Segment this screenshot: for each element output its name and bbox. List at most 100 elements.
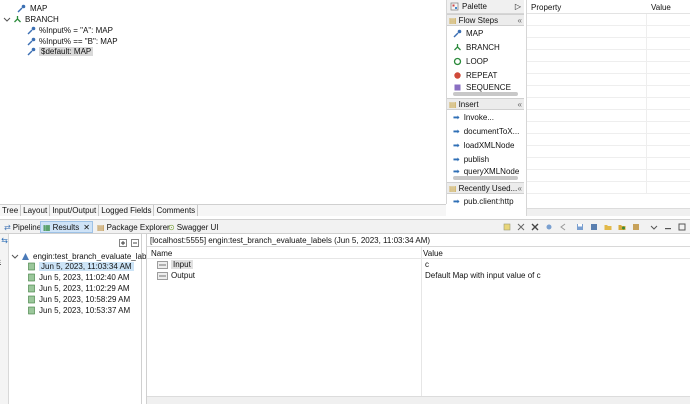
document-variable-icon: [157, 271, 168, 280]
collapse-icon[interactable]: «: [518, 184, 522, 193]
name-column-header[interactable]: Name: [147, 247, 419, 258]
tree-item-branch-a[interactable]: %Input% = "A": MAP: [27, 25, 113, 36]
palette-item-loop[interactable]: LOOP: [447, 54, 524, 68]
result-file-icon: [27, 295, 36, 304]
palette-item-label: MAP: [466, 28, 484, 38]
invoke-arrow-icon: ➡: [453, 140, 460, 150]
horizontal-scrollbar[interactable]: [147, 396, 690, 404]
new-result-icon[interactable]: [503, 223, 511, 231]
flow-editor-tree: MAP BRANCH %Input% = "A": MAP %Input% ==…: [0, 0, 446, 204]
palette-item-repeat[interactable]: REPEAT: [447, 68, 524, 82]
result-run-item[interactable]: Jun 5, 2023, 10:53:37 AM: [27, 305, 130, 316]
palette-item-pub-client-http[interactable]: ➡ pub.client:http: [447, 194, 524, 208]
tab-layout[interactable]: Layout: [21, 205, 51, 216]
save-icon[interactable]: [576, 223, 584, 231]
collapse-icon[interactable]: «: [518, 16, 522, 25]
map-icon: [27, 26, 36, 35]
minimize-icon[interactable]: [664, 223, 672, 231]
view-menu-icon[interactable]: [650, 223, 658, 231]
results-icon: ▦: [43, 222, 51, 232]
tree-item-default[interactable]: $default: MAP: [27, 46, 94, 57]
result-run-item[interactable]: Jun 5, 2023, 11:03:34 AM: [27, 261, 134, 272]
export-icon[interactable]: [632, 223, 640, 231]
run-timestamp: Jun 5, 2023, 11:02:40 AM: [39, 273, 130, 282]
remove-all-icon[interactable]: [531, 223, 539, 231]
tree-item-map[interactable]: MAP: [17, 3, 47, 14]
remove-result-icon[interactable]: [517, 223, 525, 231]
flow-service-icon: [21, 252, 30, 261]
tab-pipeline[interactable]: ⇄ Pipeline: [2, 221, 43, 233]
tab-package-explorer[interactable]: ▤ Package Explorer: [95, 221, 172, 233]
open-folder-icon[interactable]: [604, 223, 612, 231]
maximize-icon[interactable]: [678, 223, 686, 231]
chevron-down-icon[interactable]: [11, 253, 19, 261]
property-column-header[interactable]: Property: [527, 0, 647, 13]
palette-header: Palette ▷: [447, 0, 524, 14]
value-column-header[interactable]: Value: [647, 0, 675, 13]
tab-tree[interactable]: Tree: [0, 205, 22, 216]
palette-item-invoke[interactable]: ➡ Invoke...: [447, 110, 524, 124]
palette-item-documenttox[interactable]: ➡ documentToX...: [447, 124, 524, 138]
run-timestamp: Jun 5, 2023, 11:03:34 AM: [39, 262, 134, 271]
collapse-all-icon[interactable]: [131, 239, 139, 247]
branch-icon: [13, 15, 22, 24]
result-run-item[interactable]: Jun 5, 2023, 10:58:29 AM: [27, 294, 130, 305]
document-variable-icon: [157, 260, 168, 269]
tab-swagger-ui[interactable]: ⊙ Swagger UI: [166, 221, 221, 233]
invoke-arrow-icon: ➡: [453, 126, 460, 136]
service-name: engin:test_branch_evaluate_labels: [33, 252, 157, 261]
tree-item-label: BRANCH: [25, 15, 59, 24]
results-history-tree: engin:test_branch_evaluate_labels Jun 5,…: [9, 234, 157, 404]
tab-input-output[interactable]: Input/Output: [50, 205, 100, 216]
palette-scrollbar[interactable]: [453, 92, 518, 96]
result-run-item[interactable]: Jun 5, 2023, 11:02:40 AM: [27, 272, 130, 283]
palette-section-flow-steps[interactable]: ▤ Flow Steps «: [447, 14, 524, 26]
close-icon[interactable]: ✕: [83, 223, 90, 232]
palette-item-publish[interactable]: ➡ publish: [447, 152, 524, 166]
table-row[interactable]: Input c: [147, 259, 690, 270]
double-arrow-icon[interactable]: ⇆: [0, 236, 9, 245]
property-row: [527, 134, 690, 146]
properties-scrollbar[interactable]: [527, 208, 690, 216]
invoke-arrow-icon: ➡: [453, 166, 460, 176]
palette-scrollbar[interactable]: [453, 176, 518, 180]
value-column-header[interactable]: Value: [419, 247, 447, 258]
result-run-item[interactable]: Jun 5, 2023, 11:02:29 AM: [27, 283, 130, 294]
back-icon[interactable]: [559, 223, 567, 231]
palette-section-recent[interactable]: ▤ Recently Used... «: [447, 182, 524, 194]
property-row: [527, 170, 690, 182]
collapse-right-icon[interactable]: ▷: [515, 2, 521, 11]
property-row: [527, 62, 690, 74]
variable-value: Default Map with input value of c: [425, 271, 541, 280]
invoke-arrow-icon: ➡: [453, 196, 460, 206]
property-row: [527, 122, 690, 134]
chevron-down-icon[interactable]: [3, 16, 11, 24]
palette-item-loadxmlnode[interactable]: ➡ loadXMLNode: [447, 138, 524, 152]
tab-results[interactable]: ▦ Results ✕: [40, 221, 93, 233]
table-row[interactable]: Output Default Map with input value of c: [147, 270, 690, 281]
result-file-icon: [27, 273, 36, 282]
palette-item-sequence[interactable]: SEQUENCE: [447, 82, 524, 92]
property-row: [527, 98, 690, 110]
side-strip[interactable]: ⇆ ttle: [0, 234, 9, 404]
palette-item-queryxmlnode[interactable]: ➡ queryXMLNode: [447, 166, 524, 176]
branch-icon: [453, 43, 462, 52]
side-strip-label: ttle: [0, 259, 2, 270]
repeat-icon: [453, 71, 462, 80]
property-row: [527, 158, 690, 170]
result-file-icon: [27, 262, 36, 271]
palette-item-map[interactable]: MAP: [447, 26, 524, 40]
tree-item-branch[interactable]: BRANCH: [3, 14, 59, 25]
tab-comments[interactable]: Comments: [154, 205, 199, 216]
collapse-icon[interactable]: «: [518, 100, 522, 109]
load-icon[interactable]: [618, 223, 626, 231]
property-row: [527, 146, 690, 158]
palette-item-label: Invoke...: [463, 112, 494, 122]
editor-tabs: Tree Layout Input/Output Logged Fields C…: [0, 204, 446, 216]
palette-section-insert[interactable]: ▤ Insert «: [447, 98, 524, 110]
save-all-icon[interactable]: [590, 223, 598, 231]
palette-item-branch[interactable]: BRANCH: [447, 40, 524, 54]
tab-logged-fields[interactable]: Logged Fields: [99, 205, 155, 216]
expand-all-icon[interactable]: [119, 239, 127, 247]
pin-icon[interactable]: [545, 223, 553, 231]
